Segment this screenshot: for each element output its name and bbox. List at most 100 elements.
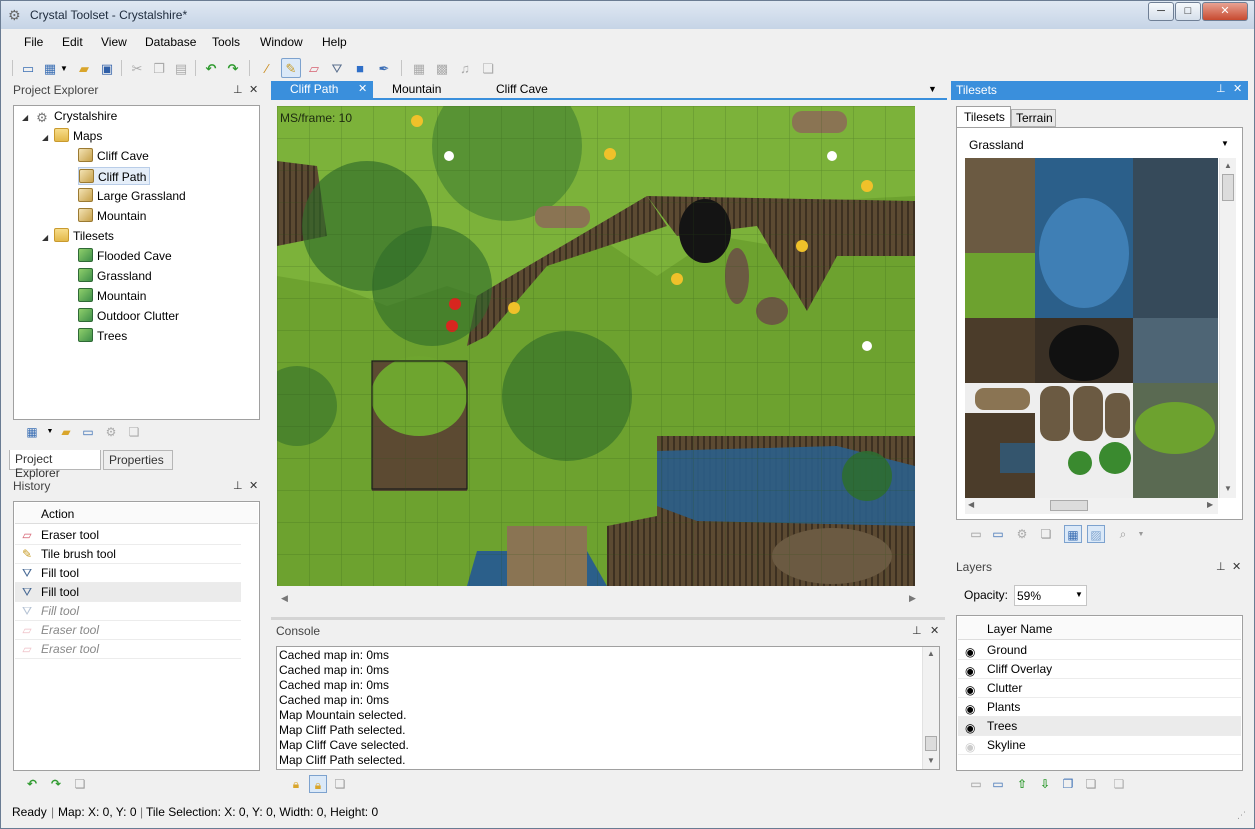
delete-layer-icon[interactable]: ❏ xyxy=(1082,775,1100,793)
close-icon[interactable]: ✕ xyxy=(930,624,939,637)
move-up-icon[interactable]: ⇧ xyxy=(1013,775,1031,793)
collapse-arrow-icon[interactable]: ◢ xyxy=(42,229,54,247)
tileset-horizontal-scrollbar[interactable]: ◀ ▶ xyxy=(965,498,1218,514)
properties-icon[interactable]: ▭ xyxy=(79,423,97,441)
grid-icon[interactable]: ▦ xyxy=(409,58,429,78)
tab-mountain[interactable]: Mountain xyxy=(392,81,472,99)
menu-window[interactable]: Window xyxy=(260,35,303,49)
layer-row[interactable]: ◉ Clutter xyxy=(958,679,1241,698)
scroll-thumb[interactable] xyxy=(925,736,937,751)
undo-icon[interactable]: ↶ xyxy=(201,58,221,78)
history-item[interactable]: ⛛ Fill tool xyxy=(15,564,241,583)
tile-brush-icon[interactable]: ✎ xyxy=(281,58,301,78)
tree-item-map[interactable]: Cliff Cave xyxy=(78,147,149,165)
tree-item-tileset[interactable]: Flooded Cave xyxy=(78,247,172,265)
history-item[interactable]: ▱ Eraser tool xyxy=(15,526,241,545)
duplicate-layer-icon[interactable]: ❐ xyxy=(1059,775,1077,793)
new-map-icon[interactable]: ▭ xyxy=(18,58,38,78)
save-icon[interactable]: ▣ xyxy=(97,58,117,78)
properties-icon[interactable]: ▭ xyxy=(989,775,1007,793)
map-horizontal-scrollbar[interactable]: ◀ ▶ xyxy=(277,592,917,606)
layer-row[interactable]: ◉ Cliff Overlay xyxy=(958,660,1241,679)
tree-item-map[interactable]: Large Grassland xyxy=(78,187,186,205)
tree-item-map-selected[interactable]: Cliff Path xyxy=(78,167,151,185)
undo-icon[interactable]: ↶ xyxy=(23,775,41,793)
tab-tilesets[interactable]: Tilesets xyxy=(956,106,1011,127)
close-icon[interactable]: ✕ xyxy=(1233,82,1242,95)
opacity-select[interactable]: 59% ▼ xyxy=(1014,585,1087,606)
tab-properties[interactable]: Properties xyxy=(103,450,173,470)
tree-item-tileset[interactable]: Mountain xyxy=(78,287,146,305)
new-map-icon[interactable]: ▦ xyxy=(23,423,41,441)
tree-item-tileset[interactable]: Trees xyxy=(78,327,127,345)
layer-row-current[interactable]: ◉ Trees xyxy=(958,717,1241,736)
new-tileset-icon[interactable]: ▭ xyxy=(967,525,985,543)
grid-icon[interactable]: ▦ xyxy=(1064,525,1082,543)
layer-row[interactable]: ◉ Plants xyxy=(958,698,1241,717)
scroll-down-icon[interactable]: ▼ xyxy=(1224,484,1232,493)
scroll-thumb[interactable] xyxy=(1050,500,1088,511)
menu-database[interactable]: Database xyxy=(145,35,196,49)
rectangle-icon[interactable]: ■ xyxy=(350,58,370,78)
pin-icon[interactable]: ⊥ xyxy=(1216,560,1226,573)
tree-folder-maps[interactable]: ◢ Maps xyxy=(42,127,102,145)
map-canvas[interactable]: MS/frame: 10 xyxy=(277,106,915,586)
close-icon[interactable]: ✕ xyxy=(1232,560,1241,573)
scroll-left-icon[interactable]: ◀ xyxy=(281,593,288,604)
scroll-right-icon[interactable]: ▶ xyxy=(909,593,916,604)
tab-terrain[interactable]: Terrain xyxy=(1011,109,1056,127)
scroll-up-icon[interactable]: ▲ xyxy=(927,649,935,658)
tileset-vertical-scrollbar[interactable]: ▲ ▼ xyxy=(1219,158,1236,498)
pin-icon[interactable]: ⊥ xyxy=(233,479,243,492)
scroll-down-icon[interactable]: ▼ xyxy=(927,756,935,765)
scroll-left-icon[interactable]: ◀ xyxy=(968,500,974,509)
history-item-undone[interactable]: ▱ Eraser tool xyxy=(15,621,241,640)
settings-icon[interactable]: ⚙ xyxy=(1013,525,1031,543)
menu-tools[interactable]: Tools xyxy=(212,35,240,49)
open-folder-icon[interactable]: ▰ xyxy=(74,58,94,78)
magic-wand-icon[interactable]: ⁄ xyxy=(257,58,277,78)
tileset-dropdown[interactable]: Grassland ▼ xyxy=(965,135,1233,155)
cut-icon[interactable]: ✂ xyxy=(127,58,147,78)
paste-icon[interactable]: ▤ xyxy=(171,58,191,78)
tab-overflow-icon[interactable]: ▼ xyxy=(928,81,937,99)
overlay-icon[interactable]: ▨ xyxy=(1087,525,1105,543)
new-layer-icon[interactable]: ▭ xyxy=(967,775,985,793)
redo-icon[interactable]: ↷ xyxy=(223,58,243,78)
eye-hidden-icon[interactable]: ◉ xyxy=(965,738,975,757)
music-icon[interactable]: ♫ xyxy=(455,58,475,78)
zoom-icon[interactable]: ⌕ xyxy=(1114,525,1132,543)
close-tab-icon[interactable]: ✕ xyxy=(358,81,367,98)
tab-cliff-path[interactable]: Cliff Path ✕ xyxy=(271,81,373,99)
lock-scroll-icon[interactable]: 🔒︎ xyxy=(309,775,327,793)
fill-icon[interactable]: ⛛ xyxy=(327,58,347,78)
tree-folder-tilesets[interactable]: ◢ Tilesets xyxy=(42,227,114,245)
collapse-arrow-icon[interactable]: ◢ xyxy=(42,129,54,147)
layers-icon[interactable]: ❏ xyxy=(478,58,498,78)
scroll-thumb[interactable] xyxy=(1222,174,1234,201)
chevron-down-icon[interactable]: ▼ xyxy=(1221,139,1229,148)
history-item-undone[interactable]: ▱ Eraser tool xyxy=(15,640,241,659)
tab-cliff-cave[interactable]: Cliff Cave xyxy=(496,81,576,99)
redo-icon[interactable]: ↷ xyxy=(47,775,65,793)
eraser-icon[interactable]: ▱ xyxy=(304,58,324,78)
lock-icon[interactable]: 🔒︎ xyxy=(287,775,305,793)
map-properties-icon[interactable]: ▩ xyxy=(432,58,452,78)
chevron-down-icon[interactable]: ▼ xyxy=(58,58,70,78)
tileset-preview[interactable] xyxy=(965,158,1218,498)
menu-file[interactable]: File xyxy=(24,35,43,49)
tab-project-explorer[interactable]: Project Explorer xyxy=(9,450,101,480)
settings-icon[interactable]: ⚙ xyxy=(102,423,120,441)
merge-layer-icon[interactable]: ❏ xyxy=(1110,775,1128,793)
new-folder-icon[interactable]: ▰ xyxy=(57,423,75,441)
chevron-down-icon[interactable]: ▼ xyxy=(1075,590,1083,599)
clear-console-icon[interactable]: ❏ xyxy=(331,775,349,793)
resize-grip-icon[interactable]: ⋰ xyxy=(1237,810,1246,821)
close-icon[interactable]: ✕ xyxy=(249,479,258,492)
layer-row[interactable]: ◉ Skyline xyxy=(958,736,1241,755)
layer-row[interactable]: ◉ Ground xyxy=(958,641,1241,660)
delete-icon[interactable]: ❏ xyxy=(125,423,143,441)
tree-item-map[interactable]: Mountain xyxy=(78,207,146,225)
tree-item-tileset[interactable]: Grassland xyxy=(78,267,152,285)
layers-column-header[interactable]: Layer Name xyxy=(958,617,1241,640)
